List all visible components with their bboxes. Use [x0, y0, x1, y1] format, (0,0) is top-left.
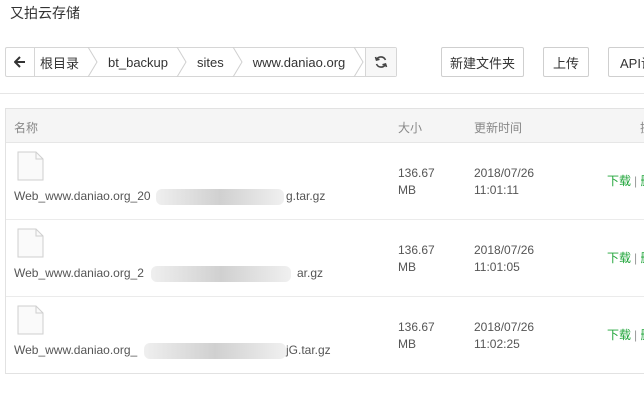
file-size: 136.67 MB	[398, 243, 435, 274]
back-button[interactable]	[6, 48, 35, 76]
file-size: 136.67 MB	[398, 320, 435, 351]
chevron-right-icon	[353, 47, 364, 77]
file-updated-time: 2018/07/26 11:01:05	[474, 243, 535, 274]
upload-button[interactable]: 上传	[543, 47, 589, 77]
chevron-right-icon	[232, 47, 243, 77]
row-actions: 下载| 删	[607, 249, 644, 266]
breadcrumb-item-sites[interactable]: sites	[188, 47, 244, 77]
row-actions: 下载| 删	[607, 326, 644, 343]
redacted-filename-blur	[144, 343, 286, 359]
download-link[interactable]: 下载	[607, 328, 631, 342]
header-ops: 操	[640, 119, 644, 136]
row-actions: 下载| 删	[607, 172, 644, 189]
delete-link[interactable]: 删	[640, 174, 644, 188]
table-row[interactable]: Web_www.daniao.org_20 g.tar.gz 136.67 MB…	[6, 143, 644, 220]
refresh-button[interactable]	[365, 48, 397, 76]
file-updated-time: 2018/07/26 11:01:11	[474, 166, 535, 197]
file-icon	[17, 228, 44, 258]
breadcrumb-item-bt-backup[interactable]: bt_backup	[99, 47, 188, 77]
table-header: 名称 大小 更新时间 操	[6, 109, 644, 143]
redacted-filename-blur	[151, 266, 291, 282]
table-row[interactable]: Web_www.daniao.org_ jG.tar.gz 136.67 MB …	[6, 297, 644, 374]
file-updated-time: 2018/07/26 11:02:25	[474, 320, 535, 351]
header-time[interactable]: 更新时间	[474, 119, 522, 136]
breadcrumb-item-root[interactable]: 根目录	[35, 47, 99, 77]
file-table: 名称 大小 更新时间 操 Web_www.daniao.org_20 g.tar…	[5, 108, 644, 374]
download-link[interactable]: 下载	[607, 174, 631, 188]
arrow-left-icon	[14, 56, 25, 68]
window-title-bar: 又拍云存储	[0, 0, 644, 28]
toolbar-divider	[0, 93, 644, 94]
chevron-right-icon	[87, 47, 98, 77]
breadcrumb: 根目录 bt_backup sites www.daniao.org	[5, 47, 398, 77]
refresh-icon	[374, 56, 388, 68]
table-row[interactable]: Web_www.daniao.org_2 ar.gz 136.67 MB 201…	[6, 220, 644, 297]
file-icon	[17, 151, 44, 181]
window-title: 又拍云存储	[10, 5, 80, 21]
file-name-prefix[interactable]: Web_www.daniao.org_	[14, 343, 137, 357]
new-folder-button[interactable]: 新建文件夹	[441, 47, 524, 77]
file-name-prefix[interactable]: Web_www.daniao.org_2	[14, 266, 144, 280]
file-name-suffix[interactable]: jG.tar.gz	[286, 343, 331, 357]
breadcrumb-item-domain[interactable]: www.daniao.org	[244, 47, 366, 77]
file-icon	[17, 305, 44, 335]
delete-link[interactable]: 删	[640, 328, 644, 342]
file-name-suffix[interactable]: ar.gz	[297, 266, 323, 280]
api-settings-button[interactable]: API设	[608, 47, 644, 77]
delete-link[interactable]: 删	[640, 251, 644, 265]
toolbar: 根目录 bt_backup sites www.daniao.org 新建文件夹…	[0, 30, 644, 90]
file-name-suffix[interactable]: g.tar.gz	[286, 189, 325, 203]
redacted-filename-blur	[156, 189, 284, 205]
chevron-right-icon	[176, 47, 187, 77]
header-size[interactable]: 大小	[398, 119, 422, 136]
file-name-prefix[interactable]: Web_www.daniao.org_20	[14, 189, 151, 203]
file-size: 136.67 MB	[398, 166, 435, 197]
header-name[interactable]: 名称	[14, 119, 38, 136]
download-link[interactable]: 下载	[607, 251, 631, 265]
